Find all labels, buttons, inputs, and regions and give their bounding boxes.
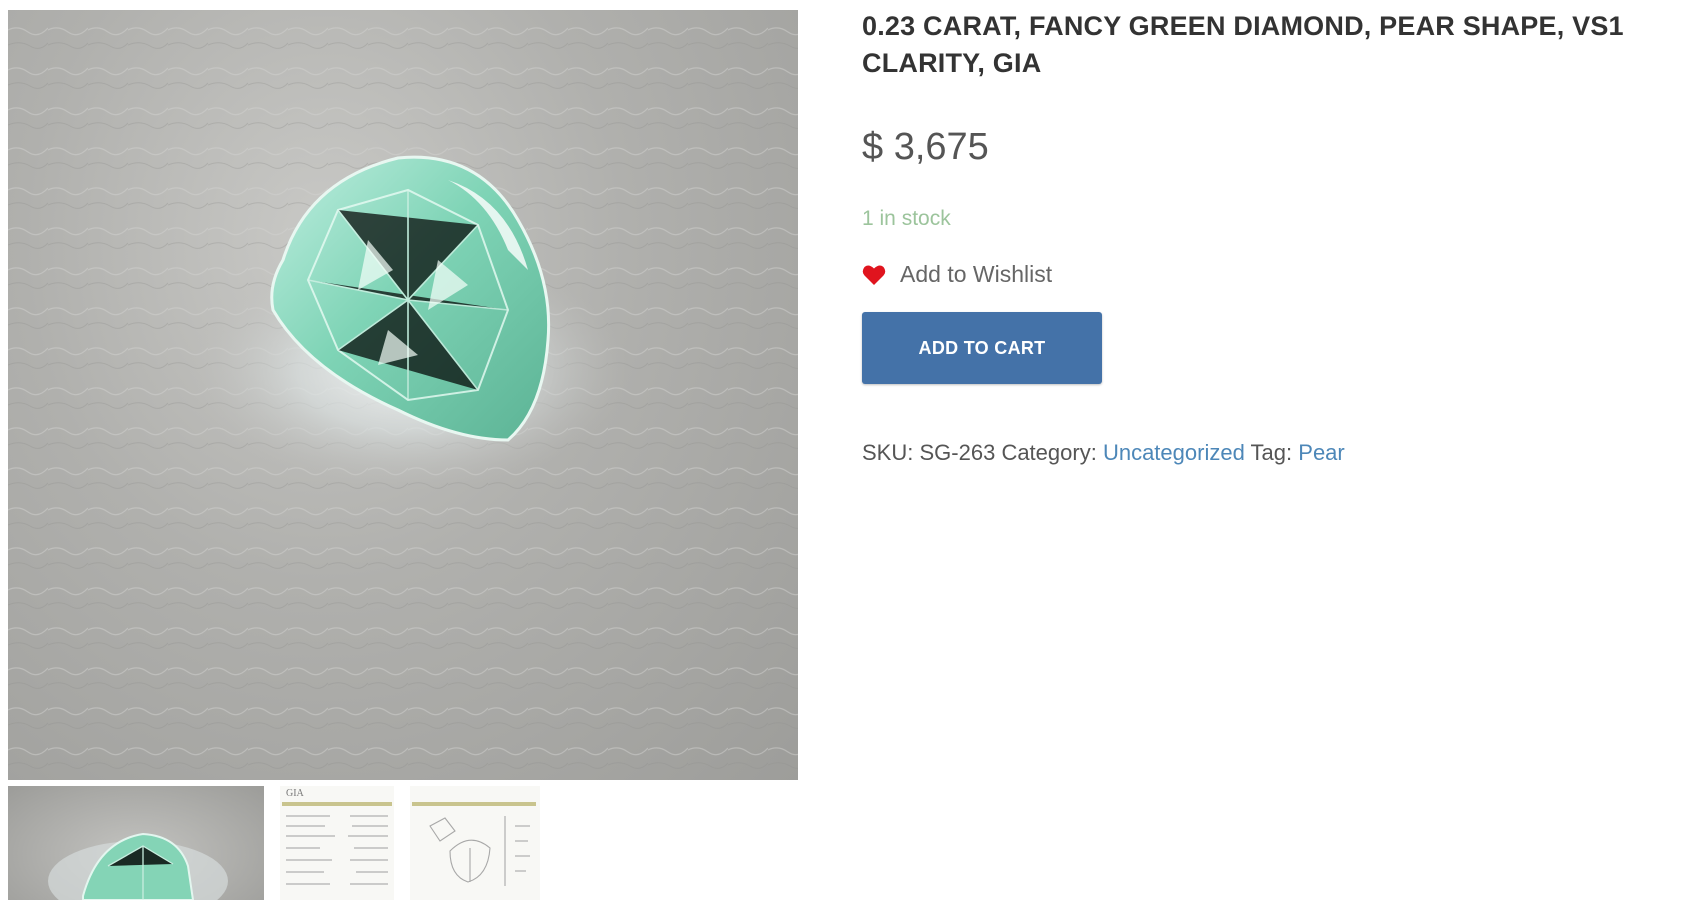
tag-label: Tag:: [1250, 440, 1293, 465]
main-product-image[interactable]: [8, 10, 798, 780]
add-to-cart-button[interactable]: ADD TO CART: [862, 312, 1102, 384]
product-title: 0.23 CARAT, FANCY GREEN DIAMOND, PEAR SH…: [862, 11, 1624, 78]
sku-value: SG-263: [919, 440, 996, 465]
product-meta: SKU: SG-263 Category: Uncategorized Tag:…: [862, 440, 1652, 466]
add-to-wishlist-link[interactable]: Add to Wishlist: [862, 261, 1652, 288]
thumbnail-certificate-2[interactable]: [410, 786, 540, 900]
product-summary: 0.23 CARAT, FANCY GREEN DIAMOND, PEAR SH…: [862, 8, 1652, 466]
heart-icon: [862, 264, 886, 286]
product-page: GIA 0.23 CARAT, FANCY GREEN DIAMOND, PEA…: [0, 0, 1682, 900]
diamond-thumbnail-image: [48, 832, 228, 900]
tag-link[interactable]: Pear: [1298, 440, 1344, 465]
certificate-diagram-thumbnail-image: [410, 786, 540, 900]
wishlist-label: Add to Wishlist: [900, 261, 1053, 287]
sku-label: SKU:: [862, 440, 914, 465]
category-link[interactable]: Uncategorized: [1103, 440, 1245, 465]
certificate-thumbnail-image: GIA: [280, 786, 394, 900]
svg-text:GIA: GIA: [286, 788, 305, 799]
category-label: Category:: [1001, 440, 1097, 465]
thumbnail-strip: GIA: [8, 786, 540, 900]
stock-status: 1 in stock: [862, 207, 951, 230]
thumbnail-certificate-1[interactable]: GIA: [280, 786, 394, 900]
thumbnail-diamond[interactable]: [8, 786, 264, 900]
diamond-photo: [8, 10, 798, 780]
product-price: $ 3,675: [862, 126, 989, 168]
